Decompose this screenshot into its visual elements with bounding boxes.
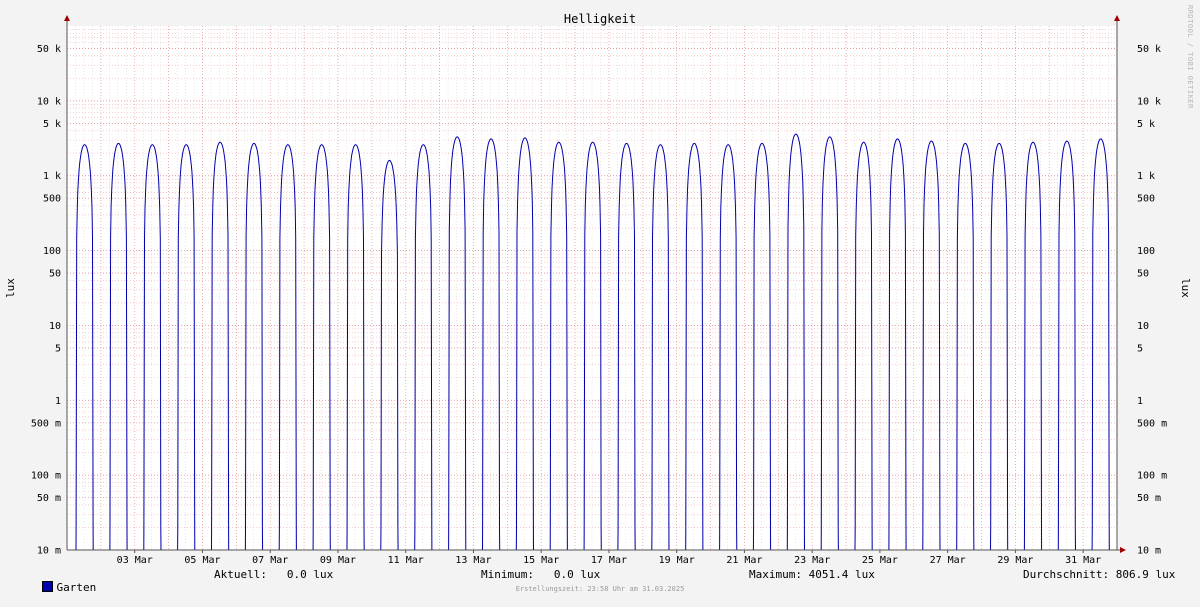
chart-title: Helligkeit bbox=[564, 12, 636, 26]
y-tick-label-right: 100 m bbox=[1137, 471, 1167, 482]
y-axis-arrow-right bbox=[1114, 15, 1120, 21]
chart-canvas: 10 m 10 m 50 m 50 m 100 m 100 m 500 m 500 m 1 1 5 5… bbox=[0, 0, 1200, 600]
y-tick-label-left: 5 k bbox=[43, 119, 61, 130]
y-tick-label-left: 1 bbox=[55, 396, 61, 407]
y-tick-label-right: 50 k bbox=[1137, 44, 1161, 55]
y-tick-label-left: 5 bbox=[55, 343, 61, 354]
y-tick-label-left: 1 k bbox=[43, 171, 61, 182]
y-tick-label-right: 5 bbox=[1137, 343, 1143, 354]
y-tick-label-left: 50 bbox=[49, 269, 61, 280]
x-tick-label: 17 Mar bbox=[591, 555, 627, 566]
x-tick-label: 23 Mar bbox=[794, 555, 830, 566]
rrdtool-watermark: RRDTOOL / TOBI OETIKER bbox=[1186, 5, 1194, 109]
brightness-chart: 10 m 10 m 50 m 50 m 100 m 100 m 500 m 500 m 1 1 5 5… bbox=[4, 12, 1192, 566]
x-tick-label: 31 Mar bbox=[1065, 555, 1101, 566]
x-tick-label: 07 Mar bbox=[252, 555, 288, 566]
x-tick-label: 11 Mar bbox=[388, 555, 424, 566]
x-axis-arrow bbox=[1120, 547, 1126, 553]
y-tick-label-right: 5 k bbox=[1137, 119, 1155, 130]
y-tick-label-right: 1 k bbox=[1137, 171, 1155, 182]
x-tick-label: 19 Mar bbox=[659, 555, 695, 566]
x-tick-label: 05 Mar bbox=[184, 555, 220, 566]
y-axis-arrow-left bbox=[64, 15, 70, 21]
legend-series: Garten bbox=[15, 568, 96, 594]
y-tick-label-left: 100 bbox=[43, 246, 61, 257]
legend-average: Durchschnitt: 806.9 lux bbox=[1023, 568, 1176, 581]
y-tick-label-left: 10 bbox=[49, 321, 61, 332]
y-tick-label-right: 10 k bbox=[1137, 96, 1161, 107]
x-tick-label: 27 Mar bbox=[930, 555, 966, 566]
y-axis-label-right: lux bbox=[1179, 278, 1192, 298]
y-tick-label-left: 10 k bbox=[37, 96, 61, 107]
x-tick-label: 25 Mar bbox=[862, 555, 898, 566]
y-tick-label-right: 500 bbox=[1137, 194, 1155, 205]
y-tick-label-left: 500 m bbox=[31, 418, 61, 429]
y-tick-label-right: 10 m bbox=[1137, 546, 1161, 557]
x-tick-label: 29 Mar bbox=[997, 555, 1033, 566]
y-tick-label-left: 50 k bbox=[37, 44, 61, 55]
x-tick-label: 15 Mar bbox=[523, 555, 559, 566]
legend-current: Aktuell: 0.0 lux bbox=[214, 568, 334, 581]
x-tick-label: 13 Mar bbox=[455, 555, 491, 566]
y-tick-label-left: 10 m bbox=[37, 546, 61, 557]
y-tick-label-right: 100 bbox=[1137, 246, 1155, 257]
y-tick-label-right: 1 bbox=[1137, 396, 1143, 407]
x-tick-label: 09 Mar bbox=[320, 555, 356, 566]
y-tick-label-left: 50 m bbox=[37, 493, 61, 504]
y-axis-label-left: lux bbox=[4, 278, 17, 298]
x-tick-label: 03 Mar bbox=[117, 555, 153, 566]
y-tick-label-right: 500 m bbox=[1137, 418, 1167, 429]
y-tick-label-left: 500 bbox=[43, 194, 61, 205]
legend-maximum: Maximum: 4051.4 lux bbox=[749, 568, 875, 581]
legend-minimum: Minimum: 0.0 lux bbox=[481, 568, 601, 581]
y-tick-label-right: 50 bbox=[1137, 269, 1149, 280]
footer-timestamp: Erstellungszeit: 23:58 Uhr am 31.03.2025 bbox=[515, 585, 685, 593]
y-tick-label-left: 100 m bbox=[31, 471, 61, 482]
y-tick-label-right: 50 m bbox=[1137, 493, 1161, 504]
x-tick-label: 21 Mar bbox=[726, 555, 762, 566]
y-tick-label-right: 10 bbox=[1137, 321, 1149, 332]
